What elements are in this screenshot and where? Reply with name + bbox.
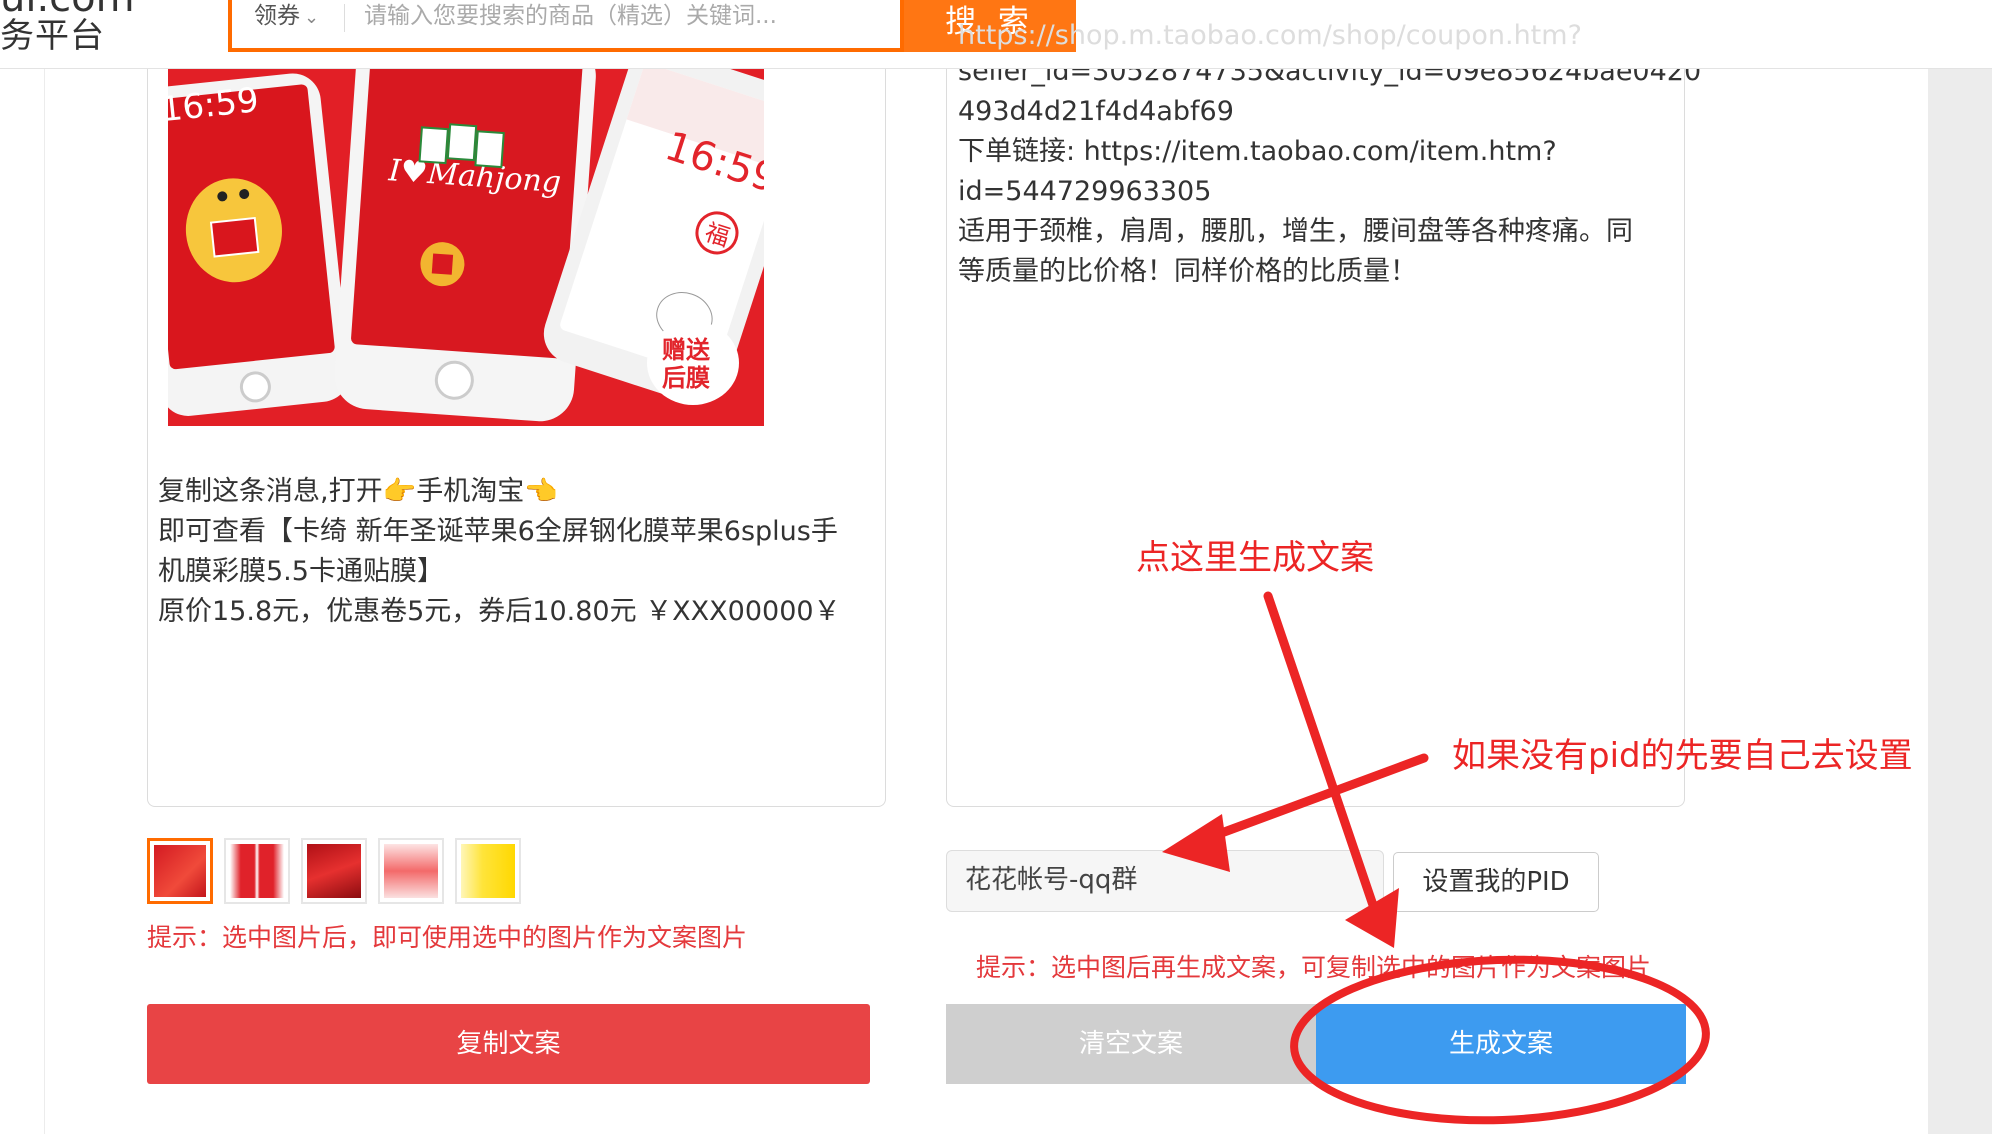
copy-line: 下单链接: https://item.taobao.com/item.htm? bbox=[958, 136, 1557, 167]
message-line: 复制这条消息,打开👉手机淘宝👈 bbox=[158, 476, 558, 507]
search-input[interactable] bbox=[364, 0, 884, 32]
page-right-gutter bbox=[1928, 0, 1992, 1134]
chevron-down-icon: ⌄ bbox=[304, 7, 320, 28]
set-pid-button[interactable]: 设置我的PID bbox=[1393, 852, 1599, 912]
annotation-set-pid: 如果没有pid的先要自己去设置 bbox=[1452, 736, 1913, 776]
copy-line: 493d4d21f4d4abf69 bbox=[958, 96, 1234, 127]
generated-copy-text: seller_id=3052874735&activity_id=09e8562… bbox=[958, 52, 1701, 292]
thumbnail-1[interactable] bbox=[147, 838, 213, 904]
thumbnail-image bbox=[230, 844, 284, 898]
annotation-click-here: 点这里生成文案 bbox=[1136, 538, 1374, 578]
product-image-art: 16:59 I♥Mahjong 16:59 福 赠送 后膜 bbox=[168, 68, 764, 426]
copy-line: id=544729963305 bbox=[958, 176, 1212, 207]
product-image[interactable]: 16:59 I♥Mahjong 16:59 福 赠送 后膜 bbox=[168, 68, 764, 426]
message-line: 机膜彩膜5.5卡通贴膜】 bbox=[158, 556, 444, 587]
message-line: 即可查看【卡绮 新年圣诞苹果6全屏钢化膜苹果6splus手 bbox=[158, 516, 838, 547]
gift-badge-line1: 赠送 bbox=[662, 336, 711, 364]
page-left-border bbox=[44, 60, 45, 1134]
clear-text-button[interactable]: 清空文案 bbox=[946, 1004, 1316, 1084]
copy-line: 等质量的比价格！同样价格的比质量！ bbox=[958, 256, 1417, 287]
thumbnail-2[interactable] bbox=[224, 838, 290, 904]
search-divider bbox=[344, 4, 345, 32]
coupon-link-line: https://shop.m.taobao.com/shop/coupon.ht… bbox=[958, 20, 1582, 51]
share-message-text: 复制这条消息,打开👉手机淘宝👈 即可查看【卡绮 新年圣诞苹果6全屏钢化膜苹果6s… bbox=[158, 472, 868, 632]
thumbnail-3[interactable] bbox=[301, 838, 367, 904]
generate-text-button[interactable]: 生成文案 bbox=[1316, 1004, 1686, 1084]
thumbnail-image bbox=[384, 844, 438, 898]
copy-text-button[interactable]: 复制文案 bbox=[147, 1004, 870, 1084]
image-thumbnails bbox=[147, 838, 521, 908]
search-bar: 领券 ⌄ bbox=[228, 0, 904, 52]
thumbnail-image bbox=[461, 844, 515, 898]
gift-badge-line2: 后膜 bbox=[662, 364, 710, 392]
pid-account-field[interactable]: 花花帐号-qq群 bbox=[946, 850, 1384, 912]
thumbnail-4[interactable] bbox=[378, 838, 444, 904]
generate-hint: 提示：选中图后再生成文案，可复制选中的图片作为文案图片 bbox=[976, 953, 1652, 982]
copy-line: 适用于颈椎，肩周，腰肌，增生，腰间盘等各种疼痛。同 bbox=[958, 216, 1633, 247]
image-select-hint: 提示：选中图片后，即可使用选中的图片作为文案图片 bbox=[147, 923, 748, 952]
thumbnail-image bbox=[154, 845, 206, 897]
thumbnail-5[interactable] bbox=[455, 838, 521, 904]
message-line: 原价15.8元，优惠卷5元，券后10.80元 ￥XXX00000￥ bbox=[158, 596, 841, 627]
thumbnail-image bbox=[307, 844, 361, 898]
search-category-label: 领券 bbox=[254, 3, 300, 29]
search-category-select[interactable]: 领券 ⌄ bbox=[254, 0, 319, 32]
logo-text-bottom[interactable]: 务平台 bbox=[0, 16, 105, 56]
